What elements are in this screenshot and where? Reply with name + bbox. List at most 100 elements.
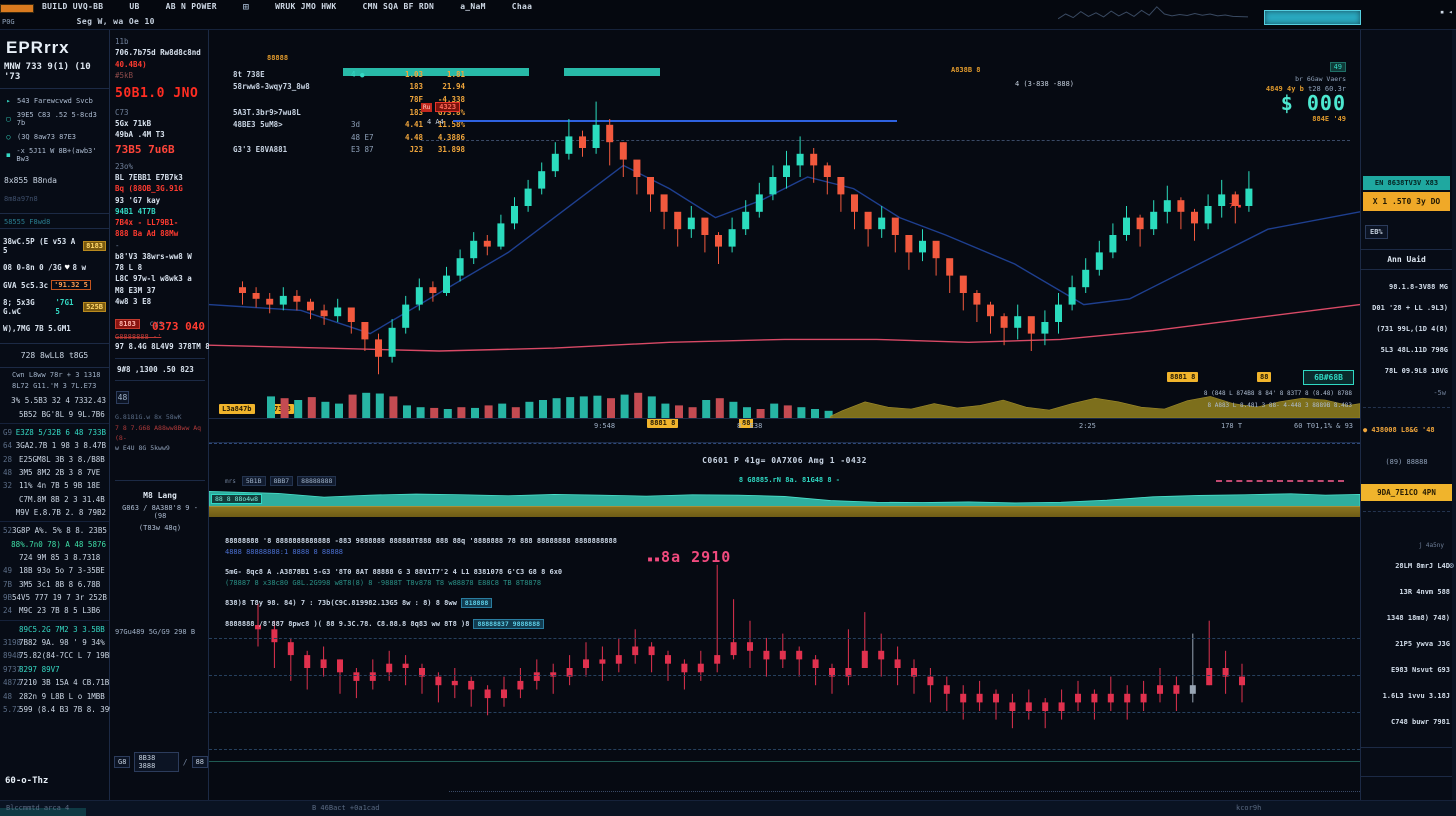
para-text: 838)8 T8y 98. 84) 7 : 73b(C9C.819982.13G… (225, 599, 457, 607)
table-row[interactable]: 3% 5.5B3 32 4 7332.43 (0, 394, 109, 407)
table-row[interactable]: 483M5 8M2 2B 3 8 7VE (0, 466, 109, 479)
bottom-dotted-line (449, 791, 1360, 792)
highlighted-order-row[interactable]: ● 438008 L8&G '48 (1361, 412, 1452, 448)
faint-label-2: 58555 F8wd8 (0, 214, 109, 228)
position-row-6[interactable]: C748 buwr 7981 (1361, 709, 1452, 735)
panel-icon[interactable]: 48 (116, 391, 129, 404)
southeast-button[interactable]: 6B#68B (1303, 370, 1354, 385)
position-row-3[interactable]: 21P5 ywva J3G (1361, 631, 1452, 657)
position-row-0[interactable]: 28LM 8mrJ L4D⚙ (1361, 553, 1452, 579)
row-index (3, 540, 11, 549)
position-row-2[interactable]: 1348 18m8) 748) (1361, 605, 1452, 631)
main-candlestick-chart[interactable] (209, 90, 1360, 380)
meta-badge-2[interactable]: 8BB7 (270, 476, 294, 486)
order-action-button[interactable]: 9DA_7E1CO 4PN (1361, 484, 1452, 501)
progress-bar-2[interactable] (564, 68, 660, 76)
table-row[interactable]: 5.72599 (8.4 B3 7B 8. 39% (0, 703, 109, 716)
band-badge[interactable]: 88 8 88o4w8 (211, 494, 262, 504)
sidebar-item-label: -x 5J11 W 8B+(awb3' Bw3 (16, 147, 107, 163)
quote-column: 11b706.7b75d Rw8d8c8nd40.4B4)#5kB50B1.0 … (110, 30, 209, 800)
menu-item-7[interactable]: Chaa (512, 2, 532, 13)
app-logo[interactable] (0, 4, 34, 13)
column-button-0[interactable]: G8 (114, 756, 130, 768)
column-button-1[interactable]: 8B38 3888 (134, 752, 178, 772)
amount-row: 9#8 ,1300 .50 823 (115, 358, 205, 381)
sell-button[interactable]: X 1 .5T0 3y DO (1363, 192, 1450, 211)
stat-orange-badge[interactable]: 8183 (83, 241, 106, 251)
meta-badge-1[interactable]: 5B1B (242, 476, 266, 486)
position-row-5[interactable]: 1.6L3 1vvu 3.18J (1361, 683, 1452, 709)
more-link[interactable]: -5w (1361, 387, 1452, 403)
table-row[interactable]: 3211% 4n 7B 5 9B 18E (0, 479, 109, 492)
table-row[interactable]: 894875.82(84-7CC L 7 19BB (0, 649, 109, 662)
row-values: 3M5 8M2 2B 3 8 7VE (19, 468, 100, 477)
stat-orange-badge[interactable]: 525B (83, 302, 106, 312)
heart-icon[interactable]: ♥ (65, 263, 70, 272)
status-left: Blccmmtd arca 4 (6, 804, 69, 812)
sidebar-item-3[interactable]: ◼-x 5J11 W 8B+(awb3' Bw3 (2, 144, 109, 166)
table-row[interactable]: 88%.7n0 78) A 48 5876 (0, 537, 109, 550)
menu-item-6[interactable]: a_NaM (460, 2, 486, 13)
row-index: 9737 (3, 665, 19, 674)
table-row[interactable]: 7B3M5 3c1 8B 8 6.78B (0, 578, 109, 591)
table-row[interactable]: M9V E.8.7B 2. 8 79B2 (0, 506, 109, 519)
row-index: 28 (3, 455, 19, 464)
topbar: BUILD UVQ-BB UB AB N POWER ⊞ WRUK JMO HWK CMN… (0, 0, 1456, 30)
topbar-progress-button[interactable] (1264, 10, 1361, 25)
position-row-1[interactable]: 13R 4nvm 588 (1361, 579, 1452, 605)
info-badge[interactable]: 49 (1330, 62, 1346, 72)
secondary-meta: mrs 5B1B 8BB7 88888888 (225, 476, 336, 486)
legend-mid: 4 ● (351, 70, 381, 79)
row-index: G9 (3, 428, 16, 437)
table-row[interactable]: 48727210 3B 15A 4 CB.71B1 (0, 676, 109, 689)
table-row[interactable]: 523G8P A%. 5% 8 8. 23B5 (0, 521, 109, 537)
table-row[interactable]: G9E3Z8 5/32B 6 48 733B (0, 423, 109, 439)
position-row-4[interactable]: E983 Nsvut G93 (1361, 657, 1452, 683)
column-button-3[interactable]: 88 (192, 756, 208, 768)
copy-icon: ▢ (4, 115, 13, 123)
table-row[interactable]: 643GA2.7B 1 98 3 8.47B (0, 439, 109, 452)
window-controls[interactable]: ▪ ◂ (1440, 8, 1453, 16)
quote-line-6: 5Gx 71kB (115, 118, 205, 129)
table-row[interactable]: 48282n 9 L8B L o 1MBB (0, 689, 109, 702)
sidebar-item-1[interactable]: ▢39E5 C83 .52 5-8cd3 7b (2, 108, 109, 130)
menu-item-2[interactable]: AB N POWER (166, 2, 217, 13)
buy-button[interactable]: EN 8638TV3V X83 (1363, 176, 1450, 190)
mid-line-1: G863 / 8A388'8 9 - (98 (115, 504, 205, 520)
status-right: kcor9h (1236, 804, 1261, 812)
sidebar-item-0[interactable]: ▸543 Farewcvwd Svcb (2, 94, 109, 108)
menu-item-1[interactable]: UB (129, 2, 139, 13)
para-badge[interactable]: 818888 (461, 598, 492, 608)
axis-label-0: 9:548 (594, 422, 615, 430)
sidebar-item-2[interactable]: ○(3Q 8aw73 87E3 (2, 130, 109, 144)
meta-right-teal: 8 G8885.rN 8a. 81G48 8 - (739, 476, 840, 484)
symbol-subtitle: MNW 733 9(1) (10 '73 (0, 60, 109, 89)
quote-line-17: b8'V3 38wrs-ww8 W (115, 251, 205, 262)
right-info-row-2: 8 A883 L 8.481 3 88- 4-448 3 8889B 8.483 (1152, 402, 1352, 409)
alert-pill[interactable]: 8183 (115, 319, 140, 329)
menu-item-4[interactable]: WRUK JMO HWK (275, 2, 336, 13)
table-row[interactable]: 31987B82 9A. 98 ' 9 34% (0, 636, 109, 649)
para-badge[interactable]: 88888837 9888888 (473, 619, 544, 629)
table-row[interactable]: 9B54V5 777 19 7 3r 252B (0, 591, 109, 604)
row-values: 11% 4n 7B 5 9B 18E (19, 481, 100, 490)
quote-line-5: C73 (115, 107, 205, 118)
table-row[interactable]: 89C5.2G 7M2 3 3.5BB (0, 620, 109, 636)
gear-icon[interactable]: ⚙ (1449, 561, 1454, 570)
row-values: 89C5.2G 7M2 3 3.5BB (19, 625, 105, 634)
percent-button[interactable]: EB% (1365, 225, 1388, 239)
table-row[interactable]: 5B52 BG'8L 9 9L.7B6 (0, 407, 109, 420)
table-row[interactable]: 28E25GM8L 3B 3 8./B8B (0, 452, 109, 465)
menu-item-5[interactable]: CMN SQA BF RDN (363, 2, 435, 13)
table-row[interactable]: 97378297 89V7 (0, 663, 109, 676)
menu-item-0[interactable]: BUILD UVQ-BB (42, 2, 103, 13)
table-row[interactable]: 4918B 93o 5o 7 3-35BE (0, 564, 109, 577)
grid-icon[interactable]: ⊞ (243, 2, 249, 13)
para-text: 8888888 /8'887 8pwc8 )( 88 9.3C.78. C8.8… (225, 620, 469, 628)
meta-badge-3[interactable]: 88888888 (297, 476, 336, 486)
table-row[interactable]: 24M9C 23 7B 8 5 L3B6 (0, 604, 109, 617)
table-row[interactable]: C7M.8M 8B 2 3 31.4B (0, 492, 109, 505)
status-bar: Blccmmtd arca 4 B 46Bact +0a1cad kcor9h (0, 800, 1456, 816)
main-menu: BUILD UVQ-BB UB AB N POWER ⊞ WRUK JMO HWK CMN… (42, 2, 532, 13)
table-row[interactable]: 724 9M 85 3 8.7318 (0, 551, 109, 564)
